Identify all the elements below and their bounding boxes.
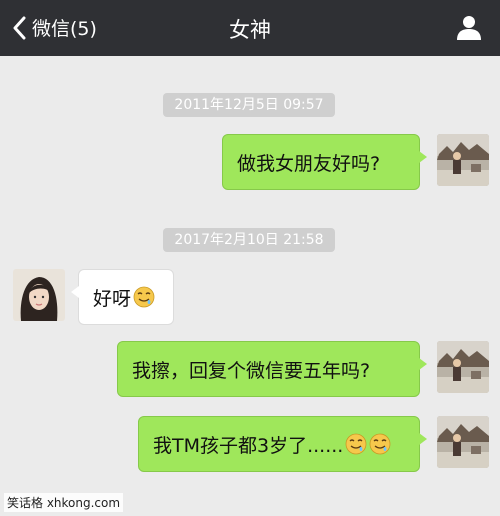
drooling-face-emoji — [369, 433, 391, 455]
profile-icon — [457, 16, 481, 40]
message-text: 我擦，回复个微信要五年吗? — [132, 359, 371, 382]
my-avatar[interactable] — [437, 134, 489, 186]
message-bubble[interactable]: 做我女朋友好吗? — [222, 134, 427, 190]
drooling-face-emoji — [133, 286, 155, 308]
chat-title: 女神 — [229, 18, 271, 42]
watermark: 笑话格 xhkong.com — [4, 493, 124, 512]
my-avatar[interactable] — [437, 416, 489, 468]
contact-avatar[interactable] — [13, 269, 65, 321]
timestamp: 2011年12月5日 09:57 — [163, 93, 335, 117]
message-text: 我TM孩子都3岁了...... — [153, 434, 344, 457]
message-bubble[interactable]: 我擦，回复个微信要五年吗? — [117, 341, 427, 397]
my-avatar[interactable] — [437, 341, 489, 393]
chat-area: 2011年12月5日 09:57 做我女朋友好吗? 2017年2月10日 21:… — [0, 56, 500, 496]
message-text: 做我女朋友好吗? — [237, 152, 381, 175]
message-bubble[interactable]: 好呀 — [71, 269, 174, 325]
profile-button[interactable] — [456, 14, 482, 44]
drooling-face-emoji — [345, 433, 367, 455]
top-nav-bar: 微信(5) 女神 — [0, 0, 500, 56]
message-bubble[interactable]: 我TM孩子都3岁了...... — [138, 416, 427, 472]
timestamp: 2017年2月10日 21:58 — [163, 228, 335, 252]
message-text: 好呀 — [93, 287, 132, 310]
